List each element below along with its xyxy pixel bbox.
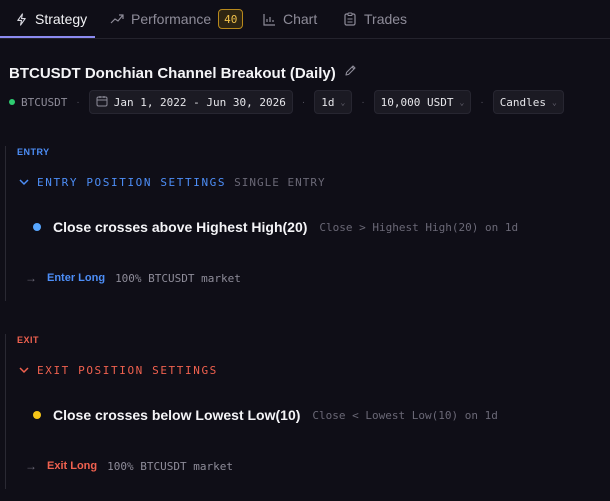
interval-select[interactable]: 1d ⌄: [314, 90, 353, 114]
symbol-label: BTCUSDT: [21, 95, 68, 109]
tab-trades-label: Trades: [364, 11, 408, 27]
entry-settings-title: ENTRY POSITION SETTINGS: [37, 176, 227, 189]
capital-value: 10,000 USDT: [380, 95, 454, 109]
entry-mode-label: SINGLE ENTRY: [234, 176, 326, 189]
tab-bar: Strategy Performance 40 Chart Trades: [0, 0, 610, 39]
chevron-down-icon: ⌄: [459, 97, 465, 107]
chevron-down-icon: [19, 176, 29, 189]
exit-condition-bullet: [33, 411, 41, 419]
date-range-picker[interactable]: Jan 1, 2022 - Jun 30, 2026: [88, 90, 293, 114]
chart-type-select[interactable]: Candles ⌄: [492, 90, 564, 114]
exit-action[interactable]: → Exit Long 100% BTCUSDT market: [25, 459, 233, 473]
exit-condition-desc: Close < Lowest Low(10) on 1d: [312, 408, 498, 422]
separator-dot: ·: [76, 96, 80, 108]
date-range-value: Jan 1, 2022 - Jun 30, 2026: [113, 95, 286, 109]
active-tab-indicator: [0, 36, 95, 38]
entry-condition-bullet: [33, 223, 41, 231]
arrow-right-icon: →: [25, 271, 37, 285]
calendar-icon: [96, 95, 108, 110]
exit-action-label: Exit Long: [47, 460, 98, 472]
clipboard-icon: [343, 12, 357, 26]
chart-icon: [262, 12, 276, 26]
exit-condition[interactable]: Close crosses below Lowest Low(10) Close…: [33, 407, 498, 423]
tab-performance-label: Performance: [131, 11, 212, 27]
tab-trades[interactable]: Trades: [343, 0, 407, 38]
entry-action-desc: 100% BTCUSDT market: [115, 271, 241, 285]
entry-action-label: Enter Long: [47, 272, 106, 284]
entry-condition-desc: Close > Highest High(20) on 1d: [319, 220, 519, 234]
tab-chart[interactable]: Chart: [262, 0, 317, 38]
tab-performance[interactable]: Performance 40: [110, 0, 244, 38]
chevron-down-icon: ⌄: [552, 97, 557, 107]
interval-value: 1d: [321, 95, 335, 109]
separator-dot: ·: [361, 96, 365, 108]
entry-section-rail: [5, 146, 6, 301]
chevron-down-icon: ⌄: [340, 97, 346, 107]
entry-settings-header[interactable]: ENTRY POSITION SETTINGS SINGLE ENTRY: [19, 176, 326, 189]
arrow-right-icon: →: [25, 459, 37, 473]
entry-condition[interactable]: Close crosses above Highest High(20) Clo…: [33, 219, 518, 235]
strategy-title-row: BTCUSDT Donchian Channel Breakout (Daily…: [9, 64, 357, 82]
exit-section-rail: [5, 334, 6, 489]
entry-section-label: ENTRY: [17, 147, 50, 157]
strategy-title: BTCUSDT Donchian Channel Breakout (Daily…: [9, 64, 336, 82]
separator-dot: ·: [301, 96, 306, 108]
chart-type-value: Candles: [499, 95, 547, 109]
chevron-down-icon: [19, 364, 29, 377]
status-dot: [9, 99, 15, 105]
exit-condition-text: Close crosses below Lowest Low(10): [53, 407, 301, 423]
entry-action[interactable]: → Enter Long 100% BTCUSDT market: [25, 271, 241, 285]
performance-count-badge: 40: [218, 9, 244, 29]
exit-action-desc: 100% BTCUSDT market: [107, 459, 233, 473]
capital-select[interactable]: 10,000 USDT ⌄: [373, 90, 472, 114]
tab-strategy-label: Strategy: [35, 11, 88, 27]
exit-section-label: EXIT: [17, 335, 40, 345]
tab-strategy[interactable]: Strategy: [14, 0, 87, 38]
pencil-icon[interactable]: [344, 64, 357, 82]
strategy-meta-row: BTCUSDT · Jan 1, 2022 - Jun 30, 2026 · 1…: [9, 90, 564, 114]
exit-settings-title: EXIT POSITION SETTINGS: [37, 364, 218, 377]
entry-condition-text: Close crosses above Highest High(20): [53, 219, 308, 235]
exit-settings-header[interactable]: EXIT POSITION SETTINGS: [19, 364, 218, 377]
separator-dot: ·: [480, 96, 484, 108]
bolt-icon: [14, 12, 28, 26]
trend-icon: [110, 12, 124, 26]
tab-chart-label: Chart: [283, 11, 318, 27]
